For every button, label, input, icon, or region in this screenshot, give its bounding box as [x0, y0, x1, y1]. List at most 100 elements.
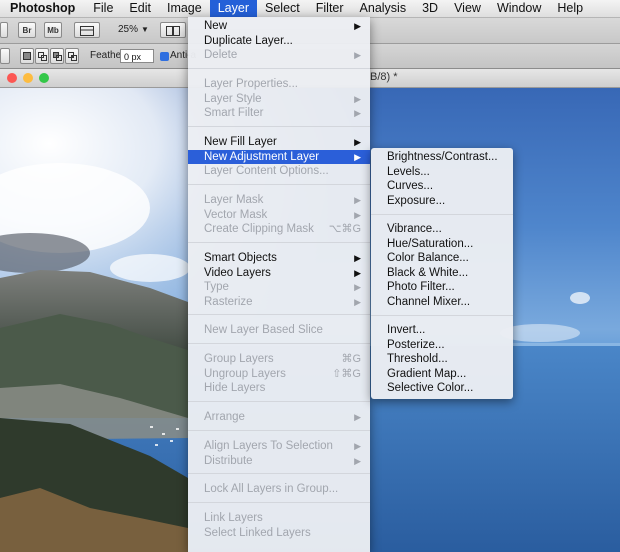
add-square-icon [37, 52, 47, 61]
submenu-item-vibrance[interactable]: Vibrance... [371, 222, 513, 237]
subtract-selection-button[interactable] [50, 48, 64, 64]
menu-item-label: New Fill Layer [204, 136, 277, 148]
menu-item-label: Hide Layers [204, 382, 266, 394]
menu-item-new[interactable]: New ▶ [188, 19, 370, 34]
intersect-selection-button[interactable] [65, 48, 79, 64]
menu-item-type: Type ▶ [188, 280, 370, 295]
submenu-item-gradient-map[interactable]: Gradient Map... [371, 367, 513, 382]
menu-item-label: Rasterize [204, 295, 253, 308]
menu-filter[interactable]: Filter [308, 0, 352, 17]
menu-item-new-layer-based-slice: New Layer Based Slice [188, 323, 370, 338]
menu-item-link-layers: Link Layers [188, 511, 370, 526]
menu-item-label: Smart Filter [204, 107, 264, 119]
menu-item-duplicate-layer[interactable]: Duplicate Layer... [188, 34, 370, 49]
menu-item-label: Arrange [204, 411, 245, 423]
menu-view[interactable]: View [446, 0, 489, 17]
tool-preset-picker[interactable] [0, 48, 10, 64]
submenu-item-invert[interactable]: Invert... [371, 323, 513, 338]
zoom-window-icon[interactable] [39, 73, 49, 83]
menu-3d[interactable]: 3D [414, 0, 446, 17]
menu-separator [188, 401, 370, 402]
menu-item-shortcut: ⌘G [341, 353, 361, 365]
submenu-arrow-icon: ▶ [354, 267, 361, 278]
submenu-item-black-white[interactable]: Black & White... [371, 266, 513, 281]
menu-separator [371, 214, 513, 215]
menu-item-arrange: Arrange ▶ [188, 410, 370, 425]
mini-bridge-button[interactable]: Mb [44, 22, 62, 38]
menu-image[interactable]: Image [159, 0, 210, 17]
menu-item-label: Delete [204, 49, 238, 61]
menu-item-label: Distribute [204, 454, 253, 467]
feather-input[interactable]: 0 px [120, 49, 154, 63]
submenu-item-brightness-contrast[interactable]: Brightness/Contrast... [371, 150, 513, 165]
menu-item-label: New Layer Based Slice [204, 324, 323, 336]
zoom-level[interactable]: 25% [118, 23, 138, 37]
menu-item-select-linked-layers: Select Linked Layers [188, 526, 370, 541]
submenu-arrow-icon: ▶ [354, 282, 361, 292]
submenu-arrow-icon: ▶ [354, 441, 361, 451]
submenu-arrow-icon: ▶ [354, 209, 361, 220]
submenu-item-selective-color[interactable]: Selective Color... [371, 381, 513, 396]
menu-item-lock-all-layers-in-group: Lock All Layers in Group... [188, 482, 370, 497]
menu-edit[interactable]: Edit [121, 0, 159, 17]
submenu-item-threshold[interactable]: Threshold... [371, 352, 513, 367]
submenu-item-exposure[interactable]: Exposure... [371, 194, 513, 209]
new-selection-button[interactable] [20, 48, 34, 64]
submenu-arrow-icon: ▶ [354, 151, 361, 162]
arrange-documents-button[interactable] [160, 22, 186, 38]
menu-item-new-adjustment-layer[interactable]: New Adjustment Layer ▶ [188, 149, 370, 164]
menu-layer[interactable]: Layer [209, 0, 257, 17]
menu-window[interactable]: Window [489, 0, 549, 17]
menu-file[interactable]: File [85, 0, 121, 17]
menu-photoshop[interactable]: Photoshop [0, 0, 85, 17]
menu-item-label: Create Clipping Mask [204, 223, 314, 235]
menu-separator [188, 430, 370, 431]
submenu-item-photo-filter[interactable]: Photo Filter... [371, 280, 513, 295]
submenu-arrow-icon: ▶ [354, 93, 361, 104]
menu-item-label: Smart Objects [204, 252, 277, 264]
view-extras-button[interactable] [74, 22, 100, 38]
chevron-down-icon[interactable]: ▼ [141, 23, 149, 37]
menu-item-label: Select Linked Layers [204, 526, 311, 539]
menu-help[interactable]: Help [549, 0, 591, 17]
submenu-arrow-icon: ▶ [354, 195, 361, 205]
menu-item-label: Layer Style [204, 92, 262, 105]
add-selection-button[interactable] [35, 48, 49, 64]
menu-separator [188, 184, 370, 185]
submenu-item-hue-saturation[interactable]: Hue/Saturation... [371, 237, 513, 252]
menu-separator [188, 126, 370, 127]
menu-item-label: Duplicate Layer... [204, 34, 293, 47]
submenu-arrow-icon: ▶ [354, 137, 361, 147]
ps-logo-stub [0, 22, 8, 38]
menu-item-vector-mask: Vector Mask ▶ [188, 208, 370, 223]
menu-item-ungroup-layers: Ungroup Layers ⇧⌘G [188, 367, 370, 382]
menu-item-video-layers[interactable]: Video Layers ▶ [188, 266, 370, 281]
bridge-button[interactable]: Br [18, 22, 36, 38]
menu-item-shortcut: ⌥⌘G [328, 223, 361, 235]
submenu-item-levels[interactable]: Levels... [371, 165, 513, 180]
anti-alias-checkbox[interactable] [160, 52, 169, 61]
grid-icon [80, 26, 94, 36]
menu-select[interactable]: Select [257, 0, 308, 17]
menu-item-label: Vector Mask [204, 208, 268, 221]
menu-item-new-fill-layer[interactable]: New Fill Layer ▶ [188, 135, 370, 150]
submenu-arrow-icon: ▶ [354, 455, 361, 466]
menu-item-smart-filter: Smart Filter ▶ [188, 106, 370, 121]
submenu-arrow-icon: ▶ [354, 50, 361, 60]
menu-item-layer-content-options: Layer Content Options... [188, 164, 370, 179]
close-window-icon[interactable] [7, 73, 17, 83]
submenu-arrow-icon: ▶ [354, 253, 361, 263]
menu-analysis[interactable]: Analysis [352, 0, 415, 17]
minimize-window-icon[interactable] [23, 73, 33, 83]
menu-item-delete: Delete ▶ [188, 48, 370, 63]
intersect-square-icon [67, 52, 77, 61]
submenu-item-posterize[interactable]: Posterize... [371, 338, 513, 353]
submenu-item-color-balance[interactable]: Color Balance... [371, 251, 513, 266]
submenu-item-curves[interactable]: Curves... [371, 179, 513, 194]
menu-item-label: Layer Properties... [204, 78, 298, 90]
submenu-item-channel-mixer[interactable]: Channel Mixer... [371, 295, 513, 310]
menu-item-smart-objects[interactable]: Smart Objects ▶ [188, 251, 370, 266]
menu-separator [188, 473, 370, 474]
subtract-square-icon [52, 52, 62, 61]
menu-separator [188, 242, 370, 243]
